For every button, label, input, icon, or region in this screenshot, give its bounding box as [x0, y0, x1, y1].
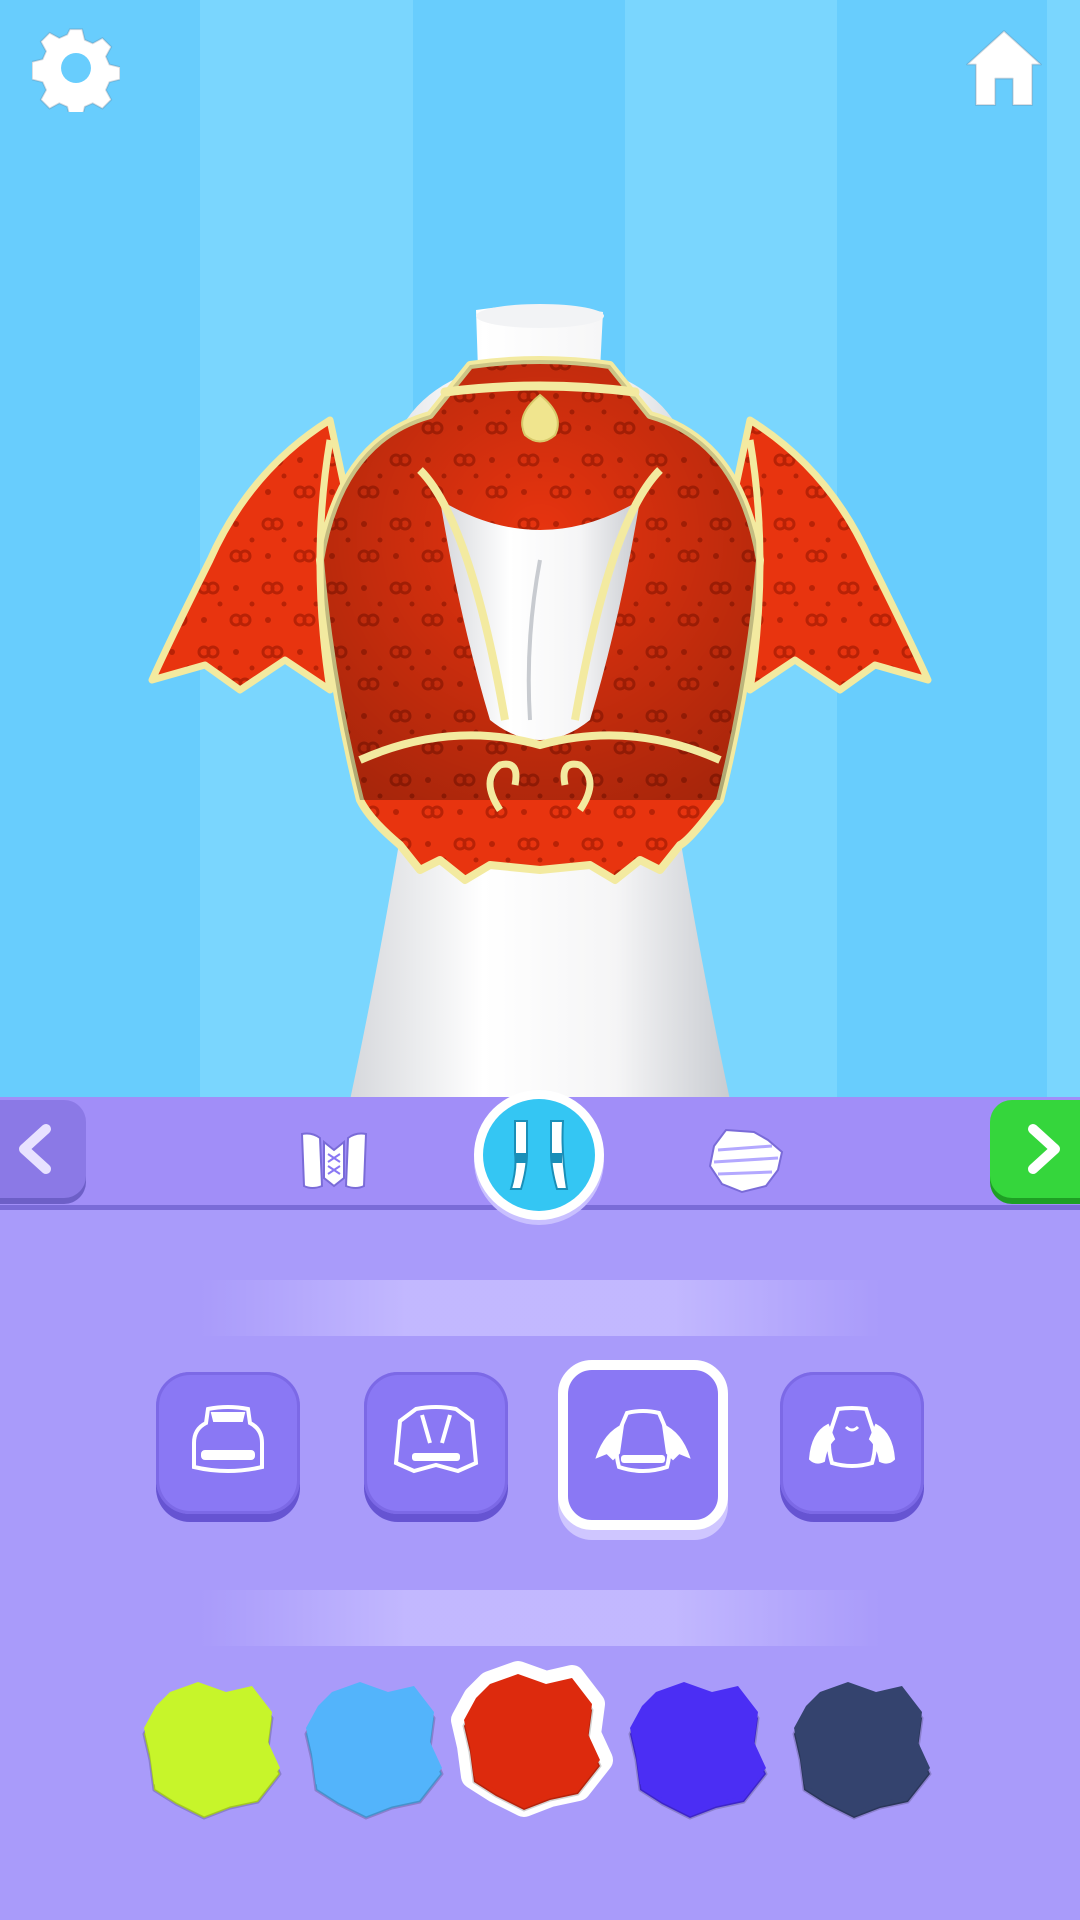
fabric-pattern-icon[interactable] [706, 1126, 786, 1196]
gear-icon[interactable] [31, 24, 121, 119]
top-style-collar-icon [192, 1405, 264, 1473]
top-style-puff-sleeves-icon [808, 1406, 896, 1468]
chevron-right-icon [1028, 1124, 1060, 1174]
home-icon[interactable] [960, 24, 1048, 112]
chevron-left-icon [19, 1124, 51, 1174]
style-option-puff-sleeves[interactable] [780, 1372, 924, 1514]
color-swatch[interactable] [790, 1672, 940, 1822]
straps-icon [509, 1120, 569, 1190]
mannequin-with-garment[interactable] [0, 0, 1080, 1100]
style-option-jacket[interactable] [364, 1372, 508, 1514]
color-swatch[interactable] [626, 1672, 776, 1822]
color-swatch[interactable] [140, 1672, 290, 1822]
category-straps-selected[interactable] [474, 1090, 604, 1220]
color-swatch[interactable] [302, 1672, 452, 1822]
next-button[interactable] [990, 1100, 1080, 1198]
top-style-jacket-icon [393, 1405, 479, 1474]
style-option-winged-sleeves[interactable] [558, 1360, 728, 1530]
top-style-winged-sleeves-icon [595, 1409, 691, 1473]
mannequin-scene [0, 0, 1080, 1100]
previous-button[interactable] [0, 1100, 86, 1198]
style-option-collar[interactable] [156, 1372, 300, 1514]
panel-highlight [200, 1590, 880, 1646]
corset-icon[interactable] [292, 1128, 376, 1196]
color-swatch[interactable] [451, 1661, 613, 1817]
panel-highlight [200, 1280, 880, 1336]
